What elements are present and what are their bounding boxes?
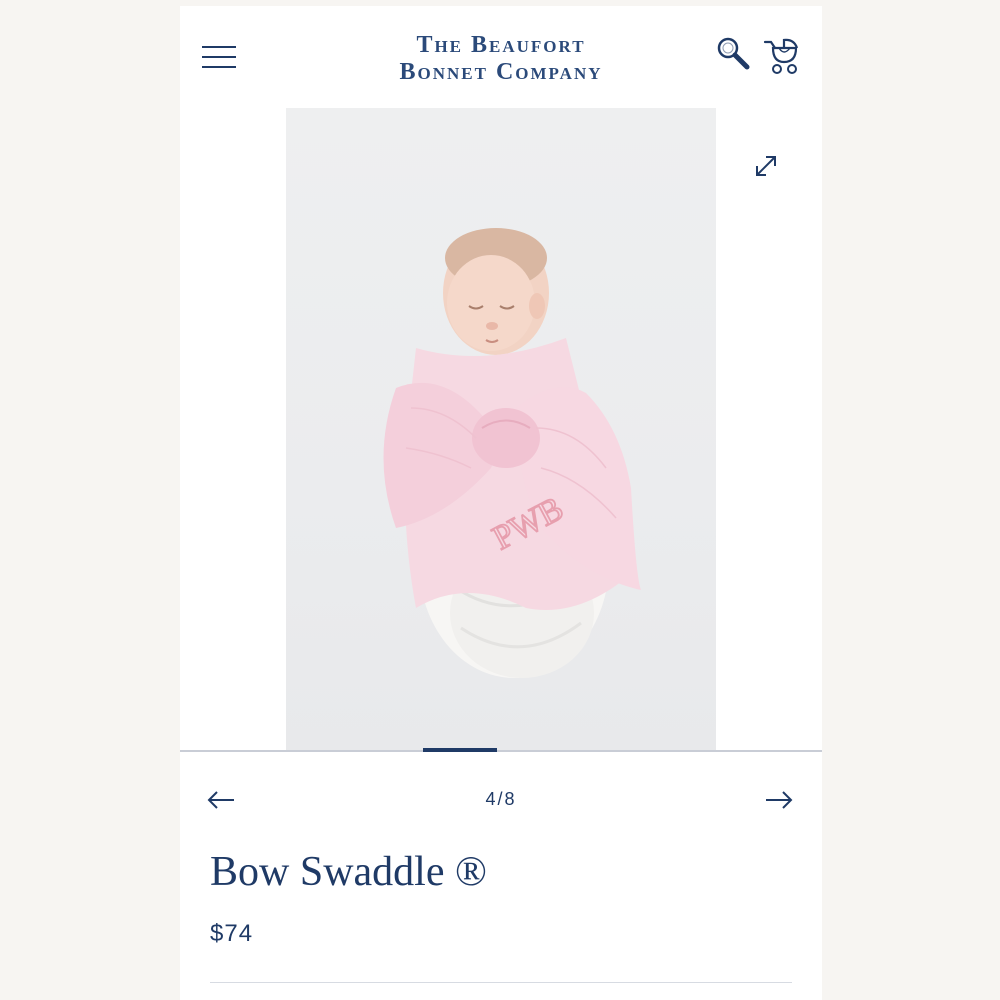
cart-button[interactable] (762, 36, 806, 76)
gallery-progress-track (180, 750, 822, 752)
next-image-button[interactable] (764, 788, 794, 812)
stroller-cart-icon (763, 38, 799, 74)
baby-swaddle-illustration: PWB (383, 228, 641, 678)
product-image[interactable]: PWB (286, 108, 716, 750)
gallery-progress-indicator (423, 748, 497, 752)
site-header: The Beaufort Bonnet Company (180, 6, 822, 106)
expand-icon (756, 156, 776, 176)
section-divider (210, 982, 792, 983)
arrow-left-icon (207, 791, 234, 809)
brand-line-2: Bonnet Company (399, 59, 603, 85)
brand-line-1: The Beaufort (416, 32, 586, 58)
menu-button[interactable] (202, 46, 236, 68)
previous-image-button[interactable] (206, 788, 236, 812)
menu-line (202, 56, 236, 58)
product-price: $74 (210, 920, 254, 947)
image-counter: 4/8 (485, 789, 517, 809)
magnifier-icon (717, 37, 750, 70)
product-gallery[interactable]: PWB (180, 106, 822, 752)
menu-line (202, 46, 236, 48)
menu-line (202, 66, 236, 68)
search-button[interactable] (714, 34, 754, 74)
mobile-page: The Beaufort Bonnet Company PWB 4/8 Bow … (180, 6, 822, 1000)
expand-button[interactable] (752, 152, 780, 180)
brand-logo[interactable]: The Beaufort Bonnet Company (330, 32, 672, 86)
product-title: Bow Swaddle ® (210, 849, 487, 895)
arrow-right-icon (766, 791, 793, 809)
gallery-navigation: 4/8 (180, 776, 822, 826)
